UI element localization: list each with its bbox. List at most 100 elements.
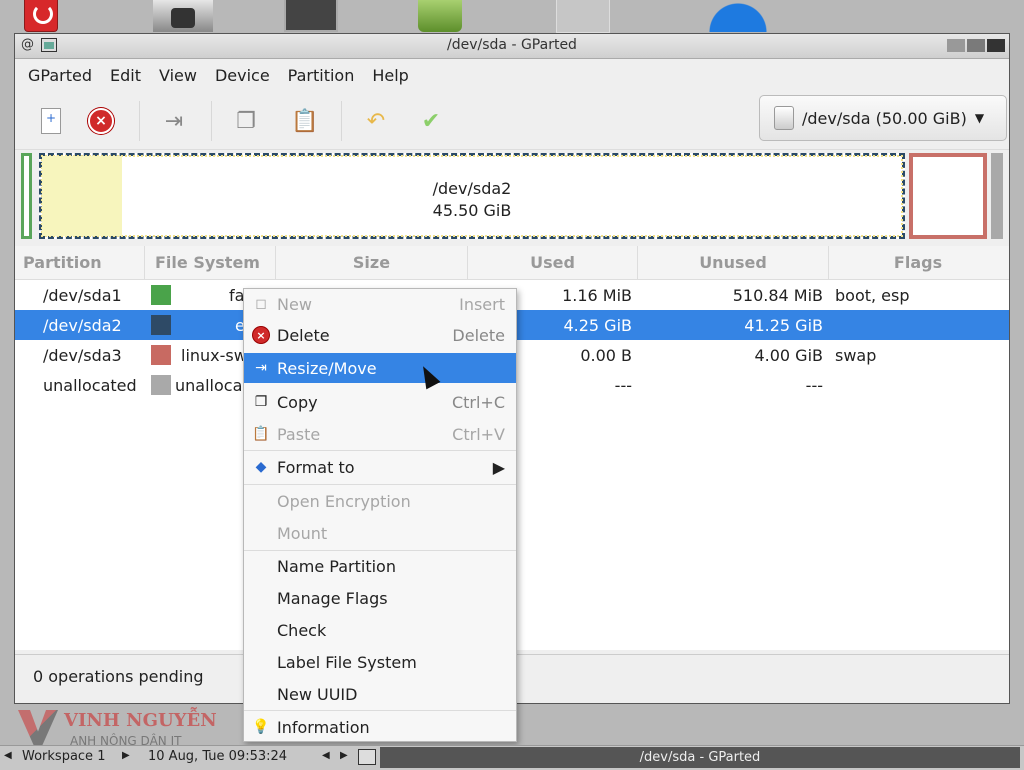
menu-item-format-to[interactable]: ◆ Format to ▶: [244, 452, 516, 482]
header-flags[interactable]: Flags: [829, 246, 1007, 279]
workspace-prev-icon[interactable]: ◀: [4, 750, 12, 761]
workspace-label[interactable]: Workspace 1: [22, 749, 105, 764]
camera-desktop-icon[interactable]: [153, 0, 213, 32]
menu-item-label-file-system[interactable]: Label File System: [244, 647, 516, 677]
disk-map-partition-size: 45.50 GiB: [432, 201, 512, 220]
resize-icon: ⇥: [255, 360, 267, 376]
harddisk-icon: [774, 106, 794, 130]
clock-prev-icon[interactable]: ◀: [322, 750, 330, 761]
menu-view[interactable]: View: [150, 62, 206, 89]
fs-color-swatch: [151, 375, 171, 395]
taskbar: ◀ Workspace 1 ▶ 10 Aug, Tue 09:53:24 ◀ ▶…: [0, 745, 1024, 770]
paste-icon: 📋: [291, 108, 319, 134]
row-partition: /dev/sda3: [43, 345, 122, 365]
header-used[interactable]: Used: [468, 246, 638, 279]
partition-context-menu: ◻ New Insert × Delete Delete ⇥ Resize/Mo…: [243, 288, 517, 742]
menu-device[interactable]: Device: [206, 62, 279, 89]
menu-item-open-encryption[interactable]: Open Encryption: [244, 486, 516, 516]
header-size[interactable]: Size: [276, 246, 468, 279]
header-unused[interactable]: Unused: [638, 246, 829, 279]
menu-help[interactable]: Help: [363, 62, 417, 89]
header-partition[interactable]: Partition: [15, 246, 145, 279]
menu-item-new[interactable]: ◻ New Insert: [244, 289, 516, 319]
title-bar[interactable]: @ /dev/sda - GParted: [15, 34, 1009, 59]
toolbar-separator: [211, 101, 212, 141]
menu-item-delete[interactable]: × Delete Delete: [244, 320, 516, 350]
menu-separator: [244, 484, 516, 485]
menu-item-new-uuid[interactable]: New UUID: [244, 679, 516, 709]
fs-color-swatch: [151, 285, 171, 305]
fs-color-swatch: [151, 315, 171, 335]
row-partition: /dev/sda1: [43, 285, 122, 305]
disk-map: /dev/sda2 45.50 GiB: [15, 150, 1009, 246]
disk-map-label: /dev/sda2 45.50 GiB: [42, 178, 902, 222]
window-title: /dev/sda - GParted: [447, 37, 577, 53]
menu-item-information[interactable]: 💡 Information: [244, 712, 516, 742]
lightbulb-icon: 💡: [252, 719, 270, 735]
copy-icon: ❐: [254, 394, 268, 410]
blank-desktop-icon[interactable]: [556, 0, 610, 33]
row-unused: 510.84 MiB: [732, 285, 823, 305]
header-filesystem[interactable]: File System: [145, 246, 276, 279]
menu-item-copy[interactable]: ❐ Copy Ctrl+C: [244, 387, 516, 417]
menu-item-manage-flags[interactable]: Manage Flags: [244, 583, 516, 613]
menu-partition[interactable]: Partition: [279, 62, 364, 89]
toolbar: × ⇥ ❐ 📋 ↶ ✔ /dev/sda (50.00 GiB) ▼: [15, 91, 1009, 150]
new-partition-tool[interactable]: [33, 103, 69, 139]
copy-icon: ❐: [236, 108, 256, 134]
menu-item-name-partition[interactable]: Name Partition: [244, 551, 516, 581]
status-text: 0 operations pending: [33, 667, 204, 686]
table-header: Partition File System Size Used Unused F…: [15, 246, 1009, 280]
globe-desktop-icon[interactable]: [706, 0, 770, 32]
paste-tool[interactable]: 📋: [287, 103, 323, 139]
workspace-next-icon[interactable]: ▶: [122, 750, 130, 761]
submenu-arrow-icon: ▶: [492, 457, 505, 477]
menu-edit[interactable]: Edit: [101, 62, 150, 89]
menu-separator: [244, 710, 516, 711]
menu-item-resize-move[interactable]: ⇥ Resize/Move: [244, 353, 516, 383]
maximize-button[interactable]: [967, 39, 985, 52]
menu-separator: [244, 450, 516, 451]
power-desktop-icon[interactable]: [24, 0, 58, 32]
new-document-icon: ◻: [255, 296, 267, 312]
disk-map-unallocated[interactable]: [991, 153, 1003, 239]
row-fs-label: linux-sw: [181, 345, 247, 365]
app-desktop-icon[interactable]: [418, 0, 462, 32]
taskbar-task-gparted[interactable]: /dev/sda - GParted: [380, 747, 1020, 768]
disk-map-sda2[interactable]: /dev/sda2 45.50 GiB: [39, 153, 905, 239]
terminal-desktop-icon[interactable]: [284, 0, 338, 32]
disk-map-partition-name: /dev/sda2: [432, 179, 512, 198]
undo-tool[interactable]: ↶: [358, 103, 394, 139]
fs-color-swatch: [151, 345, 171, 365]
row-fs-label: unalloca: [175, 375, 243, 395]
toolbar-separator: [341, 101, 342, 141]
new-document-icon: [41, 108, 61, 134]
row-flags: swap: [835, 345, 877, 365]
watermark-name: VINH NGUYỄN: [64, 710, 217, 731]
copy-tool[interactable]: ❐: [228, 103, 264, 139]
row-partition: unallocated: [43, 375, 137, 395]
menu-item-mount[interactable]: Mount: [244, 518, 516, 548]
clock-next-icon[interactable]: ▶: [340, 750, 348, 761]
device-selector-label: /dev/sda (50.00 GiB): [802, 108, 967, 128]
task-app-icon[interactable]: [358, 749, 376, 765]
device-selector[interactable]: /dev/sda (50.00 GiB) ▼: [759, 95, 1007, 141]
disk-map-sda3[interactable]: [909, 153, 987, 239]
row-partition: /dev/sda2: [43, 315, 122, 335]
menu-item-paste[interactable]: 📋 Paste Ctrl+V: [244, 419, 516, 449]
close-button[interactable]: [987, 39, 1005, 52]
checkmark-icon: ✔: [421, 108, 441, 134]
delete-partition-tool[interactable]: ×: [83, 103, 119, 139]
row-unused: 4.00 GiB: [754, 345, 823, 365]
minimize-button[interactable]: [947, 39, 965, 52]
row-unused: ---: [805, 375, 823, 395]
disk-map-sda1[interactable]: [21, 153, 32, 239]
menu-item-check[interactable]: Check: [244, 615, 516, 645]
resize-move-tool[interactable]: ⇥: [156, 103, 192, 139]
apply-tool[interactable]: ✔: [413, 103, 449, 139]
dropdown-arrow-icon: ▼: [974, 111, 985, 125]
menu-gparted[interactable]: GParted: [19, 62, 101, 89]
resize-icon: ⇥: [164, 108, 184, 134]
toolbar-separator: [139, 101, 140, 141]
undo-icon: ↶: [366, 108, 386, 134]
